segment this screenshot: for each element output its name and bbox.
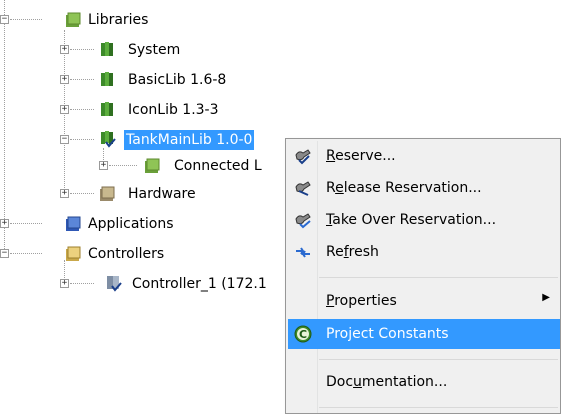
library-icon: [101, 102, 113, 116]
collapse-icon[interactable]: −: [0, 249, 9, 258]
tree-item-hardware[interactable]: + Hardware: [0, 182, 260, 206]
library-icon: [101, 72, 113, 86]
menu-item-properties[interactable]: Properties ▶: [288, 286, 560, 316]
menu-item-documentation[interactable]: Documentation...: [288, 367, 560, 397]
tree-item-controller-1[interactable]: + Controller_1 (172.1: [0, 272, 290, 296]
collapse-icon[interactable]: −: [60, 135, 69, 144]
menu-separator: [319, 277, 558, 278]
tree-item-label: Controllers: [88, 246, 165, 262]
expand-icon[interactable]: +: [99, 161, 108, 170]
tree-guide: [10, 253, 42, 254]
take-over-reservation-icon: [295, 213, 311, 229]
tree-guide: [70, 49, 94, 50]
tree-item-label: IconLib 1.3-3: [128, 102, 219, 118]
tree-item-connected[interactable]: + Connected L: [0, 154, 290, 178]
tree-item-label: Applications: [88, 216, 174, 232]
hardware-folder-icon: [100, 186, 115, 201]
tree-guide: [70, 79, 94, 80]
menu-item-label: Project Constants: [326, 326, 449, 342]
controllers-folder-icon: [66, 246, 81, 261]
menu-separator: [319, 407, 558, 408]
tree-item-libraries[interactable]: − Libraries: [0, 8, 200, 32]
menu-item-label: Take Over Reservation...: [326, 212, 497, 228]
tree-guide: [10, 223, 42, 224]
menu-item-label: Release Reservation...: [326, 180, 482, 196]
menu-item-label: Documentation...: [326, 374, 448, 390]
tree-guide: [109, 165, 137, 166]
menu-item-project-constants[interactable]: C Project Constants: [288, 319, 560, 349]
expand-icon[interactable]: +: [60, 45, 69, 54]
menu-item-refresh[interactable]: Refresh: [288, 237, 560, 267]
expand-icon[interactable]: +: [60, 75, 69, 84]
context-menu: Reserve... Release Reservation... Take O…: [285, 138, 561, 414]
tree-guide: [70, 283, 94, 284]
tree-item-tankmainlib[interactable]: − TankMainLib 1.0-0: [0, 128, 300, 152]
tree-guide: [70, 139, 94, 140]
menu-separator: [319, 359, 558, 360]
tree-item-label: Controller_1 (172.1: [132, 276, 267, 292]
collapse-icon[interactable]: −: [0, 15, 9, 24]
menu-item-reserve[interactable]: Reserve...: [288, 141, 560, 171]
menu-item-label: Reserve...: [326, 148, 396, 164]
tree-guide: [70, 193, 94, 194]
tree-guide: [70, 109, 94, 110]
reserve-icon: [295, 149, 311, 165]
refresh-icon: [296, 247, 310, 258]
tree-item-label: Libraries: [88, 12, 149, 28]
expand-icon[interactable]: +: [0, 219, 9, 228]
svg-text:C: C: [299, 328, 307, 341]
tree-item-label: System: [128, 42, 181, 58]
library-folder-icon: [66, 12, 81, 27]
tree-item-label: TankMainLib 1.0-0: [124, 130, 255, 150]
tree-item-basiclib[interactable]: + BasicLib 1.6-8: [0, 68, 260, 92]
tree-item-iconlib[interactable]: + IconLib 1.3-3: [0, 98, 260, 122]
library-folder-icon: [145, 158, 160, 173]
submenu-arrow-icon: ▶: [542, 292, 550, 303]
tree-guide: [10, 19, 42, 20]
release-reservation-icon: [295, 181, 311, 196]
tree-item-label: BasicLib 1.6-8: [128, 72, 227, 88]
applications-folder-icon: [66, 216, 81, 231]
menu-item-label: Properties: [326, 293, 397, 309]
reserved-library-icon: [101, 131, 116, 148]
menu-item-release-reservation[interactable]: Release Reservation...: [288, 173, 560, 203]
tree-item-controllers[interactable]: − Controllers: [0, 242, 240, 266]
tree-item-label: Connected L: [174, 158, 262, 174]
menu-item-label: Refresh: [326, 244, 379, 260]
tree-item-label: Hardware: [128, 186, 196, 202]
expand-icon[interactable]: +: [60, 279, 69, 288]
constants-icon: C: [294, 325, 312, 343]
library-icon: [101, 42, 113, 56]
tree-item-system[interactable]: + System: [0, 38, 220, 62]
menu-item-take-over-reservation[interactable]: Take Over Reservation...: [288, 205, 560, 235]
expand-icon[interactable]: +: [60, 189, 69, 198]
controller-icon: [107, 276, 122, 292]
expand-icon[interactable]: +: [60, 105, 69, 114]
tree-item-applications[interactable]: + Applications: [0, 212, 240, 236]
